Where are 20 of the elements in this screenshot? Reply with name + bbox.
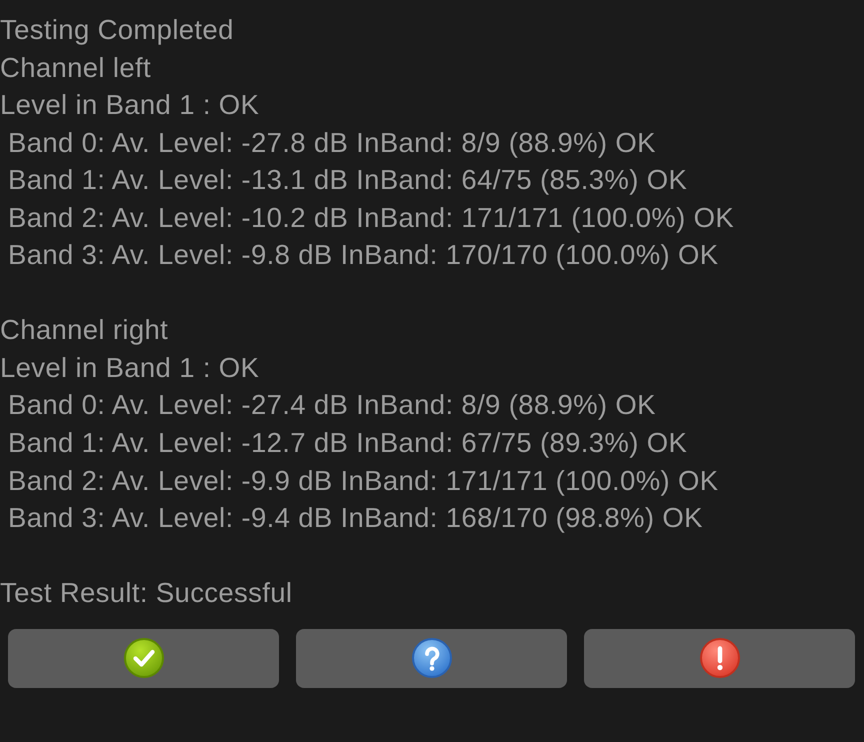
check-icon bbox=[124, 638, 164, 678]
fail-button[interactable] bbox=[584, 628, 855, 688]
band-result-line: Band 2: Av. Level: -9.9 dB InBand: 171/171 (100.0%) OK bbox=[7, 464, 718, 498]
band-result-line: Band 3: Av. Level: -9.4 dB InBand: 168/170 (98.8%) OK bbox=[7, 501, 703, 536]
pass-button[interactable] bbox=[8, 628, 279, 688]
band-result-line: Band 2: Av. Level: -10.2 dB InBand: 171/171 (100.0%) OK bbox=[7, 200, 734, 235]
band-result-line: Band 3: Av. Level: -9.8 dB InBand: 170/170 (100.0%) OK bbox=[7, 238, 718, 272]
exclamation-icon bbox=[700, 638, 740, 678]
test-result-text: Test Result: Successful bbox=[0, 576, 292, 610]
band-level-summary: Level in Band 1 : OK bbox=[0, 350, 260, 385]
band-result-line: Band 1: Av. Level: -12.7 dB InBand: 67/75 (89.3%) OK bbox=[7, 426, 688, 460]
test-status-text: Testing Completed bbox=[0, 13, 234, 47]
question-mark-icon bbox=[412, 638, 452, 678]
info-button[interactable] bbox=[296, 628, 567, 688]
channel-name: Channel left bbox=[0, 50, 151, 85]
band-level-summary: Level in Band 1 : OK bbox=[0, 88, 260, 122]
band-result-line: Band 0: Av. Level: -27.8 dB InBand: 8/9 (88.9%) OK bbox=[7, 126, 656, 160]
channel-name: Channel right bbox=[0, 313, 168, 348]
band-result-line: Band 0: Av. Level: -27.4 dB InBand: 8/9 (88.9%) OK bbox=[7, 388, 656, 422]
band-result-line: Band 1: Av. Level: -13.1 dB InBand: 64/75 (85.3%) OK bbox=[7, 163, 688, 198]
